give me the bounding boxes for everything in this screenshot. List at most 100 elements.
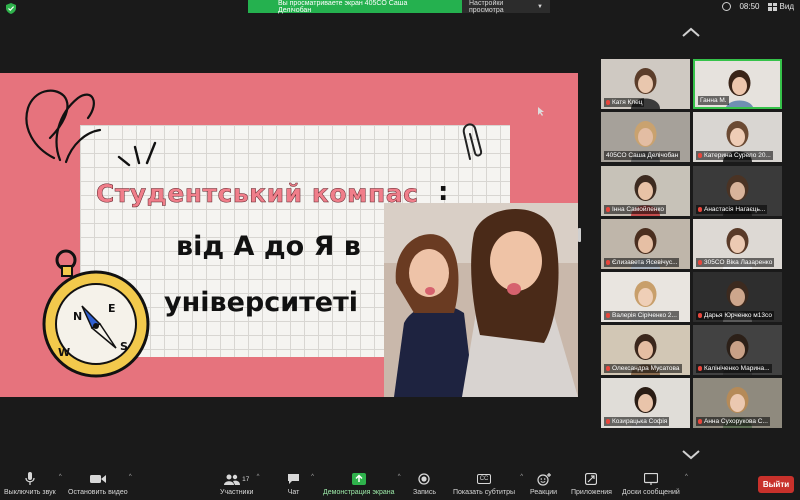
participant-tile[interactable]: Інна Самойленко xyxy=(601,166,690,216)
screen-share-banner: Вы просматриваете экран 405CO Саша Деліч… xyxy=(248,0,550,14)
participant-name: Калініченко Марина... xyxy=(704,365,770,372)
compass-illustration-icon: N E S W xyxy=(42,249,150,378)
participant-name: Анна Сухорукова С... xyxy=(704,418,768,425)
participant-tile[interactable]: 405CO Саша Делічобан xyxy=(601,112,690,162)
participant-name-label: Валерія Сіріченко 2... xyxy=(604,311,679,320)
recording-status-icon[interactable] xyxy=(722,2,732,11)
participant-name-label: Анастасія Нагаєць... xyxy=(696,205,768,214)
participant-name-label: Олександра Мусатова xyxy=(604,364,682,373)
record-button[interactable]: Запись xyxy=(413,472,436,496)
participants-label: Участники xyxy=(220,489,254,496)
record-icon xyxy=(418,473,431,485)
mic-muted-icon xyxy=(606,419,610,424)
participant-tile[interactable]: Єлизавета Ясевічус... xyxy=(601,219,690,269)
svg-text:N: N xyxy=(73,310,82,323)
share-screen-button[interactable]: Демонстрация экрана ^ xyxy=(323,472,401,496)
mic-muted-icon xyxy=(606,366,610,371)
record-label: Запись xyxy=(413,489,436,496)
whiteboards-options-chevron-icon[interactable]: ^ xyxy=(685,474,688,480)
share-screen-label: Демонстрация экрана xyxy=(323,489,395,496)
scribble-decoration-icon xyxy=(25,89,102,164)
zoom-window: Вы просматриваете экран 405CO Саша Деліч… xyxy=(0,0,800,500)
participant-tile[interactable]: Анастасія Нагаєць... xyxy=(693,166,782,216)
participant-name-label: Козирацька Софія xyxy=(604,417,670,426)
chat-button[interactable]: Чат ^ xyxy=(287,472,314,496)
top-right-controls: 08:50 Вид xyxy=(722,2,794,11)
whiteboards-button[interactable]: Доски сообщений ^ xyxy=(622,472,688,496)
gallery-scroll-down-icon[interactable] xyxy=(681,450,701,460)
whiteboards-label: Доски сообщений xyxy=(622,489,680,496)
participant-tile[interactable]: Калініченко Марина... xyxy=(693,325,782,375)
chevron-down-icon: ▼ xyxy=(537,3,543,10)
paperclip-icon xyxy=(462,123,483,160)
video-options-chevron-icon[interactable]: ^ xyxy=(129,474,132,480)
mute-button[interactable]: Выключить звук ^ xyxy=(4,472,62,496)
view-label: Вид xyxy=(779,2,794,11)
reactions-button[interactable]: Реакции xyxy=(530,472,557,496)
participant-name-label: 305CO Віка Лазаренко xyxy=(696,258,775,267)
mute-label: Выключить звук xyxy=(4,489,56,496)
share-screen-icon xyxy=(351,473,366,485)
participant-name-label: Дарья Юрченко м13со xyxy=(696,311,774,320)
captions-button[interactable]: CC Показать субтитры ^ xyxy=(453,472,523,496)
participant-name: Анастасія Нагаєць... xyxy=(704,206,766,213)
participant-tile[interactable]: Валерія Сіріченко 2... xyxy=(601,272,690,322)
grid-view-icon xyxy=(767,2,777,11)
participant-name-label: Калініченко Марина... xyxy=(696,364,772,373)
mic-muted-icon xyxy=(698,207,702,212)
leave-button[interactable]: Выйти xyxy=(758,476,794,493)
participant-name-label: Ганна М. xyxy=(698,96,729,105)
chat-options-chevron-icon[interactable]: ^ xyxy=(311,474,314,480)
apps-icon xyxy=(585,473,598,485)
gallery-scroll-up-icon[interactable] xyxy=(681,27,701,37)
participant-name: Валерія Сіріченко 2... xyxy=(612,312,677,319)
view-options-button[interactable]: Настройки просмотра ▼ xyxy=(462,0,550,14)
participant-tile[interactable]: Анна Сухорукова С... xyxy=(693,378,782,428)
apps-label: Приложения xyxy=(571,489,612,496)
stop-video-label: Остановить видео xyxy=(68,489,128,496)
mic-muted-icon xyxy=(698,153,702,158)
participant-name: 405CO Саша Делічобан xyxy=(606,152,679,159)
view-options-label: Настройки просмотра xyxy=(469,0,504,14)
meeting-toolbar: Выключить звук ^ Остановить видео ^ 17 У… xyxy=(0,470,800,500)
stop-video-button[interactable]: Остановить видео ^ xyxy=(68,472,132,496)
participant-tile[interactable]: Олександра Мусатова xyxy=(601,325,690,375)
top-bar: Вы просматриваете экран 405CO Саша Деліч… xyxy=(0,0,800,16)
participant-tile[interactable]: Катя Клец xyxy=(601,59,690,109)
captions-options-chevron-icon[interactable]: ^ xyxy=(520,474,523,480)
chat-bubble-icon xyxy=(288,474,299,484)
participant-tile[interactable]: Катерина Сурело 20... xyxy=(693,112,782,162)
slide-title: Студентський компас xyxy=(96,179,419,209)
participant-tile[interactable]: Ганна М. xyxy=(693,59,782,109)
share-banner-text: Вы просматриваете экран 405CO Саша Деліч… xyxy=(248,0,462,14)
mic-muted-icon xyxy=(606,207,610,212)
shared-screen-slide[interactable]: Студентський компас : від А до Я в уніве… xyxy=(0,73,578,397)
mic-muted-icon xyxy=(698,366,702,371)
participants-options-chevron-icon[interactable]: ^ xyxy=(257,474,260,480)
captions-label: Показать субтитры xyxy=(453,489,516,496)
mic-muted-icon xyxy=(606,100,610,105)
participant-tile[interactable]: 305CO Віка Лазаренко xyxy=(693,219,782,269)
participant-name-label: Катя Клец xyxy=(604,98,645,107)
two-students-photo xyxy=(384,203,578,397)
participant-name-label: Єлизавета Ясевічус... xyxy=(604,258,680,267)
participants-button[interactable]: 17 Участники ^ xyxy=(220,472,259,496)
participant-name: Олександра Мусатова xyxy=(612,365,680,372)
audio-options-chevron-icon[interactable]: ^ xyxy=(59,474,62,480)
share-options-chevron-icon[interactable]: ^ xyxy=(398,474,401,480)
view-button[interactable]: Вид xyxy=(767,2,794,11)
slide-subtitle-line-1: від А до Я в xyxy=(176,231,361,262)
apps-button[interactable]: Приложения xyxy=(571,472,612,496)
svg-text:E: E xyxy=(108,302,116,315)
whiteboard-icon xyxy=(643,473,658,485)
mic-muted-icon xyxy=(698,313,702,318)
participant-name: Козирацька Софія xyxy=(612,418,668,425)
share-resize-handle[interactable] xyxy=(578,228,581,242)
participant-name-label: 405CO Саша Делічобан xyxy=(604,151,681,160)
participant-name: 305CO Віка Лазаренко xyxy=(704,259,773,266)
chat-label: Чат xyxy=(287,489,300,496)
participant-tile[interactable]: Козирацька Софія xyxy=(601,378,690,428)
participant-tile[interactable]: Дарья Юрченко м13со xyxy=(693,272,782,322)
security-shield-icon[interactable] xyxy=(6,3,16,14)
video-camera-icon xyxy=(89,475,106,483)
